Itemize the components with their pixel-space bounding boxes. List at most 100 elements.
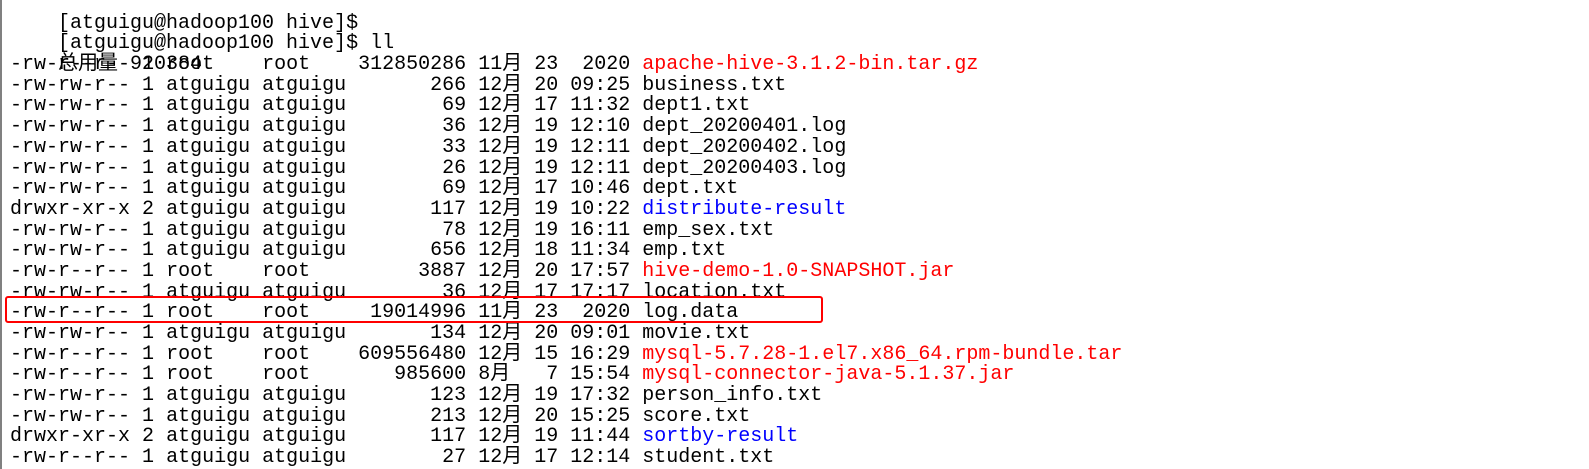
filename-text: dept.txt xyxy=(642,177,739,201)
owner-text: root xyxy=(166,259,251,283)
time-text: 11:32 xyxy=(570,94,631,118)
size-text: 69 xyxy=(358,177,467,201)
permissions-text: -rw-r--r-- xyxy=(10,53,131,77)
link-count-text: 1 xyxy=(142,177,155,201)
filename-text: student.txt xyxy=(642,446,775,469)
permissions-text: -rw-rw-r-- xyxy=(10,135,131,159)
size-text: 117 xyxy=(358,425,467,449)
group-text: atguigu xyxy=(262,384,347,408)
permissions-text: -rw-rw-r-- xyxy=(10,94,131,118)
file-row: -rw-rw-r-- 1 atguigu atguigu 123 12月 19 … xyxy=(2,384,1589,408)
owner-text: atguigu xyxy=(166,322,251,345)
link-count-text: 1 xyxy=(142,259,155,283)
filename-text: hive-demo-1.0-SNAPSHOT.jar xyxy=(642,259,955,283)
permissions-text: drwxr-xr-x xyxy=(10,197,131,221)
month-text: 12月 xyxy=(478,135,523,159)
file-row: -rw-rw-r-- 1 atguigu atguigu 656 12月 18 … xyxy=(2,239,1589,263)
size-text: 36 xyxy=(358,115,467,139)
file-row: -rw-r--r-- 1 root root 19014996 11月 23 2… xyxy=(2,301,1589,325)
permissions-text: -rw-rw-r-- xyxy=(10,115,131,139)
size-text: 33 xyxy=(358,135,467,159)
file-row: -rw-rw-r-- 1 atguigu atguigu 33 12月 19 1… xyxy=(2,135,1589,159)
month-text: 12月 xyxy=(478,425,523,449)
owner-text: atguigu xyxy=(166,135,251,159)
month-text: 12月 xyxy=(478,239,523,263)
file-row: -rw-rw-r-- 1 atguigu atguigu 69 12月 17 1… xyxy=(2,177,1589,201)
owner-text: atguigu xyxy=(166,94,251,118)
link-count-text: 1 xyxy=(142,239,155,263)
prompt-line-command: [atguigu@hadoop100 hive]$ ll xyxy=(2,14,1589,55)
month-text: 11月 xyxy=(478,53,523,77)
month-text: 12月 xyxy=(478,177,523,201)
permissions-text: -rw-r--r-- xyxy=(10,259,131,283)
size-text: 134 xyxy=(358,322,467,345)
time-text: 12:11 xyxy=(570,135,631,159)
month-text: 12月 xyxy=(478,384,523,408)
permissions-text: -rw-r--r-- xyxy=(10,301,131,325)
total-line: 总用量 920384 xyxy=(2,34,1589,75)
day-text: 20 xyxy=(534,259,559,283)
file-row: -rw-r--r-- 1 atguigu atguigu 27 12月 17 1… xyxy=(2,446,1589,469)
time-text: 11:44 xyxy=(570,425,631,449)
size-text: 656 xyxy=(358,239,467,263)
permissions-text: drwxr-xr-x xyxy=(10,425,131,449)
group-text: root xyxy=(262,259,347,283)
group-text: atguigu xyxy=(262,177,347,201)
link-count-text: 1 xyxy=(142,363,155,387)
size-text: 117 xyxy=(358,197,467,221)
time-text: 17:57 xyxy=(570,259,631,283)
file-listing: -rw-r--r-- 1 root root 312850286 11月 23 … xyxy=(2,53,1589,469)
month-text: 12月 xyxy=(478,446,523,469)
time-text: 10:46 xyxy=(570,177,631,201)
day-text: 19 xyxy=(534,135,559,159)
time-text: 15:54 xyxy=(570,363,631,387)
group-text: atguigu xyxy=(262,425,347,449)
owner-text: atguigu xyxy=(166,239,251,263)
month-text: 8月 xyxy=(478,363,523,387)
permissions-text: -rw-r--r-- xyxy=(10,446,131,469)
time-text: 17:32 xyxy=(570,384,631,408)
filename-text: dept1.txt xyxy=(642,94,751,118)
time-text: 12:10 xyxy=(570,115,631,139)
group-text: atguigu xyxy=(262,115,347,139)
size-text: 123 xyxy=(358,384,467,408)
size-text: 985600 xyxy=(358,363,467,387)
owner-text: root xyxy=(166,301,251,325)
month-text: 11月 xyxy=(478,301,523,325)
owner-text: atguigu xyxy=(166,425,251,449)
owner-text: atguigu xyxy=(166,384,251,408)
link-count-text: 1 xyxy=(142,301,155,325)
filename-text: person_info.txt xyxy=(642,384,823,408)
group-text: atguigu xyxy=(262,197,347,221)
file-row: -rw-r--r-- 1 root root 312850286 11月 23 … xyxy=(2,53,1589,77)
filename-text: sortby-result xyxy=(642,425,799,449)
permissions-text: -rw-rw-r-- xyxy=(10,239,131,263)
size-text: 27 xyxy=(358,446,467,469)
owner-text: atguigu xyxy=(166,177,251,201)
owner-text: atguigu xyxy=(166,446,251,469)
group-text: root xyxy=(262,363,347,387)
link-count-text: 1 xyxy=(142,322,155,345)
filename-text: log.data xyxy=(642,301,739,325)
terminal-window[interactable]: [atguigu@hadoop100 hive]$ [atguigu@hadoo… xyxy=(0,0,1589,469)
group-text: atguigu xyxy=(262,239,347,263)
link-count-text: 1 xyxy=(142,53,155,77)
link-count-text: 2 xyxy=(142,425,155,449)
time-text: 12:14 xyxy=(570,446,631,469)
group-text: atguigu xyxy=(262,322,347,345)
file-row: -rw-r--r-- 1 root root 3887 12月 20 17:57… xyxy=(2,259,1589,283)
link-count-text: 1 xyxy=(142,384,155,408)
permissions-text: -rw-rw-r-- xyxy=(10,384,131,408)
day-text: 19 xyxy=(534,115,559,139)
link-count-text: 1 xyxy=(142,115,155,139)
time-text: 09:01 xyxy=(570,322,631,345)
group-text: atguigu xyxy=(262,94,347,118)
time-text: 2020 xyxy=(570,301,631,325)
filename-text: apache-hive-3.1.2-bin.tar.gz xyxy=(642,53,979,77)
day-text: 23 xyxy=(534,301,559,325)
link-count-text: 1 xyxy=(142,446,155,469)
permissions-text: -rw-rw-r-- xyxy=(10,322,131,345)
file-row: -rw-rw-r-- 1 atguigu atguigu 134 12月 20 … xyxy=(2,322,1589,345)
size-text: 69 xyxy=(358,94,467,118)
month-text: 12月 xyxy=(478,197,523,221)
